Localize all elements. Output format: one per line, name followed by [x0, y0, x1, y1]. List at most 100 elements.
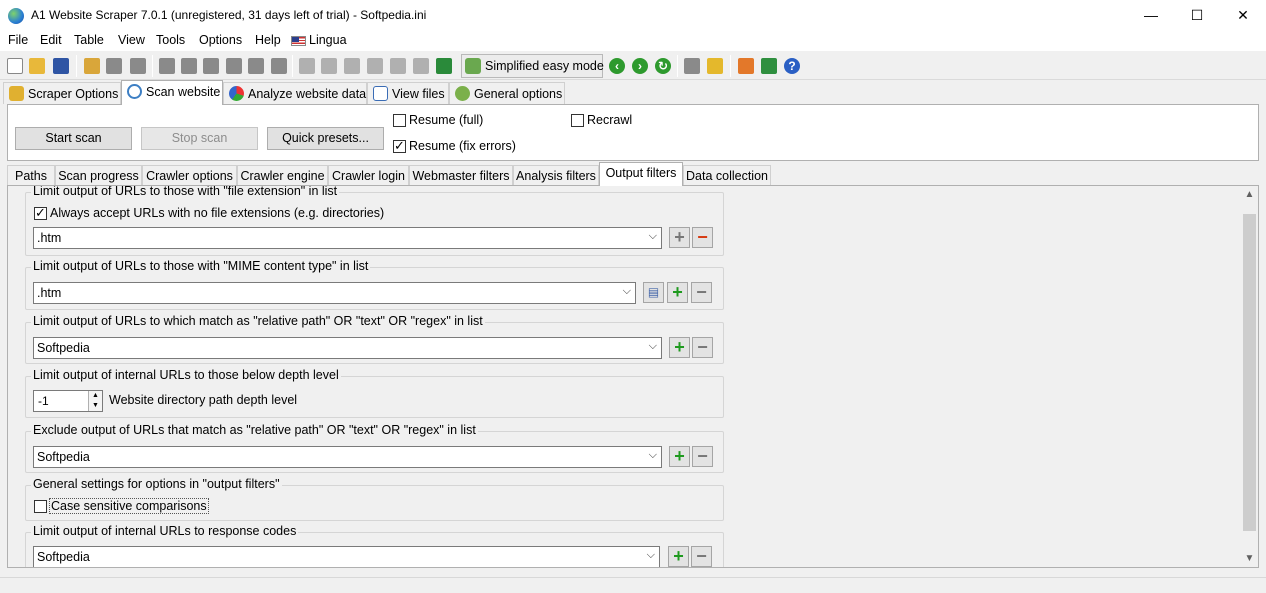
new-file-button[interactable]	[5, 56, 25, 76]
tab-analyze-website-data[interactable]: Analyze website data	[223, 82, 367, 104]
arrow-left-icon: ‹	[609, 58, 625, 74]
tree-collapse-button[interactable]	[319, 56, 339, 76]
menu-help[interactable]: Help	[255, 33, 281, 47]
remove-mime-button[interactable]: −	[691, 282, 712, 303]
exclude-group: Exclude output of URLs that match as "re…	[25, 423, 724, 473]
minimize-button[interactable]: —	[1128, 0, 1174, 30]
refresh-button[interactable]: ↻	[653, 56, 673, 76]
spin-arrows[interactable]: ▲ ▼	[88, 391, 102, 411]
add-file-extension-button[interactable]: +	[669, 227, 690, 248]
depth-level-value: -1	[38, 394, 49, 408]
share-icon	[761, 58, 777, 74]
scroll-down-icon[interactable]: ▼	[1241, 550, 1258, 567]
quick-presets-button[interactable]: Quick presets...	[267, 127, 384, 150]
resume-full-checkbox[interactable]	[393, 114, 406, 127]
tab-general-options[interactable]: General options	[449, 82, 565, 104]
tab-scan-website[interactable]: Scan website	[121, 80, 223, 105]
back-button[interactable]: ‹	[607, 56, 627, 76]
spin-down-icon[interactable]: ▼	[89, 401, 102, 411]
toolbar-separator	[76, 55, 77, 77]
relative-path-combo[interactable]: Softpedia ⌵	[33, 337, 662, 359]
register-button[interactable]	[705, 56, 725, 76]
tab-scan-progress[interactable]: Scan progress	[55, 165, 142, 186]
exclude-group-title: Exclude output of URLs that match as "re…	[31, 423, 478, 437]
depth-level-spinbox[interactable]: -1 ▲ ▼	[33, 390, 103, 412]
add-mime-button[interactable]: +	[667, 282, 688, 303]
tree-move-button[interactable]	[365, 56, 385, 76]
add-exclude-button[interactable]: +	[669, 446, 690, 467]
tab-scraper-options[interactable]: Scraper Options	[3, 82, 121, 104]
depth-level-group: Limit output of internal URLs to those b…	[25, 368, 724, 418]
print-button[interactable]	[128, 56, 148, 76]
menu-tools[interactable]: Tools	[156, 33, 185, 47]
tab-crawler-login[interactable]: Crawler login	[328, 165, 409, 186]
menu-lingua[interactable]: Lingua	[309, 33, 347, 47]
remove-file-extension-button[interactable]: −	[692, 227, 713, 248]
scan-subtabs: Paths Scan progress Crawler options Craw…	[7, 162, 1259, 186]
help-button[interactable]: ?	[782, 56, 802, 76]
tree-arrows-button[interactable]	[388, 56, 408, 76]
save-button[interactable]	[51, 56, 71, 76]
tree-collapse-icon	[321, 58, 337, 74]
open-folder-button[interactable]	[27, 56, 47, 76]
mime-combo[interactable]: .htm ⌵	[33, 282, 636, 304]
refresh-icon: ↻	[655, 58, 671, 74]
home-button[interactable]	[736, 56, 756, 76]
tab-crawler-engine[interactable]: Crawler engine	[237, 165, 328, 186]
mime-presets-button[interactable]: ▤	[643, 282, 664, 303]
properties-button[interactable]	[104, 56, 124, 76]
tab-data-collection[interactable]: Data collection	[683, 165, 771, 186]
buy-button[interactable]	[682, 56, 702, 76]
simplified-easy-mode-button[interactable]: Simplified easy mode	[461, 54, 604, 78]
tab-output-filters[interactable]: Output filters	[599, 162, 683, 186]
scrollbar-thumb[interactable]	[1243, 214, 1256, 531]
vertical-scrollbar[interactable]: ▲ ▼	[1241, 186, 1258, 567]
add-relative-path-button[interactable]: +	[669, 337, 690, 358]
remove-exclude-button[interactable]: −	[692, 446, 713, 467]
tab-webmaster-filters[interactable]: Webmaster filters	[409, 165, 513, 186]
remove-response-code-button[interactable]: −	[691, 546, 712, 567]
menu-view[interactable]: View	[118, 33, 145, 47]
tab-crawler-options[interactable]: Crawler options	[142, 165, 237, 186]
share-button[interactable]	[759, 56, 779, 76]
resume-fix-errors-checkbox[interactable]	[393, 138, 406, 154]
forward-button[interactable]: ›	[630, 56, 650, 76]
scissors-icon	[159, 58, 175, 74]
copy-project-button[interactable]	[82, 56, 102, 76]
add-response-code-button[interactable]: +	[668, 546, 689, 567]
stop-scan-button[interactable]: Stop scan	[141, 127, 258, 150]
menu-options[interactable]: Options	[199, 33, 242, 47]
spin-up-icon[interactable]: ▲	[89, 391, 102, 401]
search-button[interactable]	[246, 56, 266, 76]
undo-button[interactable]	[224, 56, 244, 76]
case-sensitive-checkbox[interactable]	[34, 500, 47, 513]
menu-edit[interactable]: Edit	[40, 33, 62, 47]
output-filters-panel: Limit output of URLs to those with "file…	[7, 185, 1259, 568]
maximize-button[interactable]: ☐	[1174, 0, 1220, 30]
export-button[interactable]	[434, 56, 454, 76]
scroll-up-icon[interactable]: ▲	[1241, 186, 1258, 203]
tree-expand-button[interactable]	[297, 56, 317, 76]
close-button[interactable]: ✕	[1220, 0, 1266, 30]
accept-no-extension-checkbox[interactable]	[34, 205, 47, 221]
tab-analysis-filters[interactable]: Analysis filters	[513, 165, 599, 186]
exclude-combo[interactable]: Softpedia ⌵	[33, 446, 662, 468]
start-scan-button[interactable]: Start scan	[15, 127, 132, 150]
tree-filter-icon	[413, 58, 429, 74]
menu-table[interactable]: Table	[74, 33, 104, 47]
response-codes-combo[interactable]: Softpedia ⌵	[33, 546, 660, 567]
remove-relative-path-button[interactable]: −	[692, 337, 713, 358]
copy-button[interactable]	[179, 56, 199, 76]
tab-paths[interactable]: Paths	[7, 165, 55, 186]
tab-view-files[interactable]: View files	[367, 82, 449, 104]
paste-button[interactable]	[201, 56, 221, 76]
search-next-button[interactable]	[269, 56, 289, 76]
magnifier-next-icon	[271, 58, 287, 74]
menu-bar: File Edit Table View Tools Options Help …	[0, 30, 1266, 51]
cut-button[interactable]	[157, 56, 177, 76]
file-extension-combo[interactable]: .htm ⌵	[33, 227, 662, 249]
tree-list-button[interactable]	[342, 56, 362, 76]
tree-filter-button[interactable]	[411, 56, 431, 76]
recrawl-checkbox[interactable]	[571, 114, 584, 127]
menu-file[interactable]: File	[8, 33, 28, 47]
